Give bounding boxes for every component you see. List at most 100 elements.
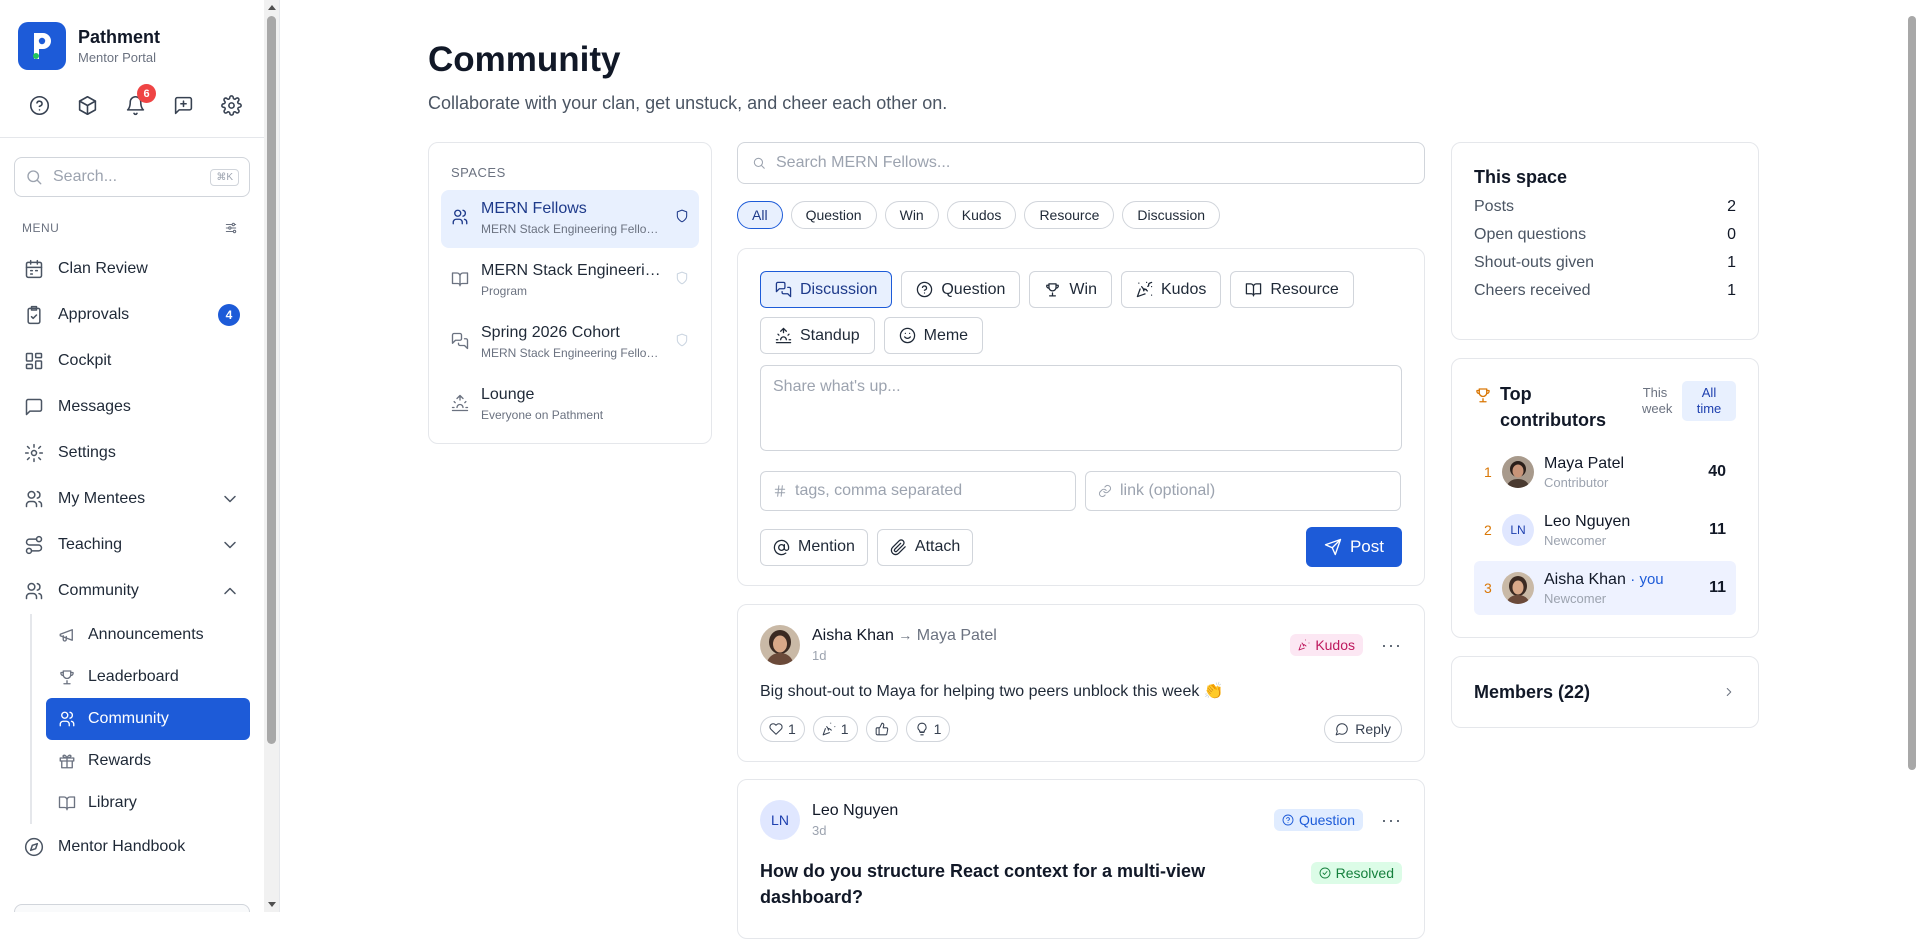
type-discussion-button[interactable]: Discussion — [760, 271, 893, 308]
tags-input[interactable]: tags, comma separated — [760, 471, 1076, 511]
feed-post: Aisha Khan → Maya Patel 1d Kudos ··· Big… — [737, 604, 1425, 762]
sidebar-item-leaderboard[interactable]: Leaderboard — [46, 656, 250, 698]
sidebar-item-label: Approvals — [58, 306, 130, 323]
sidebar-item-rewards[interactable]: Rewards — [46, 740, 250, 782]
sidebar-item-settings[interactable]: Settings — [14, 430, 250, 476]
sidebar-item-clan-review[interactable]: Clan Review — [14, 246, 250, 292]
more-options-icon[interactable]: ··· — [1381, 810, 1402, 831]
reaction-party[interactable]: 1 — [812, 716, 858, 742]
chevron-up-icon — [224, 587, 236, 595]
type-question-button[interactable]: Question — [901, 271, 1021, 308]
avatar[interactable] — [760, 625, 800, 665]
sidebar-scroll-thumb[interactable] — [267, 16, 276, 744]
filter-win[interactable]: Win — [884, 201, 939, 229]
type-win-button[interactable]: Win — [1029, 271, 1112, 308]
type-meme-button[interactable]: Meme — [883, 317, 984, 354]
space-item-lounge[interactable]: Lounge Everyone on Pathment — [441, 376, 699, 434]
post-title[interactable]: How do you structure React context for a… — [760, 858, 1230, 910]
mention-button[interactable]: Mention — [760, 528, 868, 566]
new-message-button[interactable] — [170, 92, 196, 118]
sidebar-item-announcements[interactable]: Announcements — [46, 614, 250, 656]
contributor-row-current-user[interactable]: 3 Aisha Khan · you Newcomer 11 — [1474, 561, 1736, 615]
type-resource-button[interactable]: Resource — [1230, 271, 1354, 308]
filter-kudos[interactable]: Kudos — [946, 201, 1017, 229]
scroll-down-arrow[interactable] — [268, 902, 276, 907]
sidebar-item-library[interactable]: Library — [46, 782, 250, 824]
post-time: 3d — [812, 823, 827, 838]
sidebar-item-messages[interactable]: Messages — [14, 384, 250, 430]
heart-icon — [769, 723, 783, 735]
attach-label: Attach — [914, 538, 961, 555]
notifications-button[interactable]: 6 — [122, 84, 156, 118]
avatar[interactable]: LN — [760, 800, 800, 840]
type-label: Kudos — [1160, 280, 1207, 298]
book-icon — [451, 272, 469, 287]
contributor-row[interactable]: 1 Maya Patel Contributor 40 — [1474, 445, 1736, 499]
sidebar-item-community[interactable]: Community — [14, 568, 250, 614]
reply-button[interactable]: Reply — [1324, 715, 1402, 743]
sidebar-item-mentor-handbook[interactable]: Mentor Handbook — [14, 824, 250, 870]
hash-icon — [774, 485, 786, 497]
scroll-up-arrow[interactable] — [268, 5, 276, 10]
sidebar-user-card[interactable] — [14, 904, 250, 912]
page-scroll-thumb[interactable] — [1908, 16, 1916, 770]
settings-button[interactable] — [218, 92, 244, 118]
gift-icon — [59, 754, 75, 769]
pathment-logo — [18, 22, 66, 70]
post-composer: Discussion Question Win Kudos Resource S… — [737, 248, 1425, 586]
sidebar-item-teaching[interactable]: Teaching — [14, 522, 250, 568]
feed-search-input[interactable]: Search MERN Fellows... — [737, 142, 1425, 184]
reaction-count: 1 — [840, 721, 849, 737]
packages-button[interactable] — [74, 92, 100, 118]
space-item-spring-cohort[interactable]: Spring 2026 Cohort MERN Stack Engineering… — [441, 314, 699, 372]
tag-label: Question — [1298, 812, 1356, 828]
party-popper-icon — [1136, 281, 1153, 298]
members-card[interactable]: Members (22) — [1451, 656, 1759, 728]
filter-all[interactable]: All — [737, 201, 783, 229]
space-item-mern-program[interactable]: MERN Stack Engineering Program Program — [441, 252, 699, 310]
post-author[interactable]: Leo Nguyen — [812, 802, 1274, 820]
type-standup-button[interactable]: Standup — [760, 317, 875, 354]
contributor-row[interactable]: 2 LN Leo Nguyen Newcomer 11 — [1474, 503, 1736, 557]
post-button[interactable]: Post — [1305, 527, 1402, 567]
sidebar-item-approvals[interactable]: Approvals 4 — [14, 292, 250, 338]
sidebar-search-input[interactable]: Search... ⌘K — [14, 157, 250, 197]
post-textarea[interactable]: Share what's up... — [760, 365, 1402, 451]
you-label: · you — [1630, 570, 1664, 588]
check-circle-icon — [1319, 867, 1331, 879]
filter-discussion[interactable]: Discussion — [1122, 201, 1221, 229]
contributor-rank: 3 — [1484, 580, 1492, 596]
type-kudos-button[interactable]: Kudos — [1120, 271, 1222, 308]
reaction-thumbs-up[interactable] — [865, 716, 898, 742]
sliders-icon[interactable] — [224, 221, 238, 235]
link-icon — [1098, 484, 1112, 498]
attach-button[interactable]: Attach — [876, 528, 974, 566]
help-button[interactable] — [26, 92, 52, 118]
more-options-icon[interactable]: ··· — [1381, 635, 1402, 656]
reaction-lightbulb[interactable]: 1 — [905, 716, 951, 742]
contributor-rank: 2 — [1484, 522, 1492, 538]
stat-value: 1 — [1727, 282, 1736, 299]
page-scrollbar[interactable] — [1904, 0, 1920, 912]
sidebar-item-cockpit[interactable]: Cockpit — [14, 338, 250, 384]
type-label: Standup — [800, 326, 860, 344]
link-input[interactable]: link (optional) — [1085, 471, 1401, 511]
tag-label: Kudos — [1315, 637, 1356, 653]
space-item-mern-fellows[interactable]: MERN Fellows MERN Stack Engineering Fello… — [441, 190, 699, 248]
sidebar-item-my-mentees[interactable]: My Mentees — [14, 476, 250, 522]
stat-value: 2 — [1727, 198, 1736, 215]
toggle-all-time[interactable]: All time — [1682, 381, 1736, 421]
post-author[interactable]: Aisha Khan — [812, 627, 894, 644]
contributor-rank: 1 — [1484, 464, 1492, 480]
filter-resource[interactable]: Resource — [1024, 201, 1115, 229]
toggle-this-week[interactable]: This week — [1632, 381, 1678, 421]
reaction-heart[interactable]: 1 — [760, 716, 805, 742]
post-recipient[interactable]: Maya Patel — [917, 627, 997, 644]
sidebar-scrollbar[interactable] — [264, 0, 279, 912]
page-title: Community — [428, 40, 621, 79]
contributor-score: 11 — [1709, 521, 1726, 538]
filter-question[interactable]: Question — [790, 201, 877, 229]
sidebar-item-community-active[interactable]: Community — [46, 698, 250, 740]
help-circle-icon — [1282, 814, 1294, 826]
brand[interactable]: Pathment Mentor Portal — [18, 22, 160, 70]
